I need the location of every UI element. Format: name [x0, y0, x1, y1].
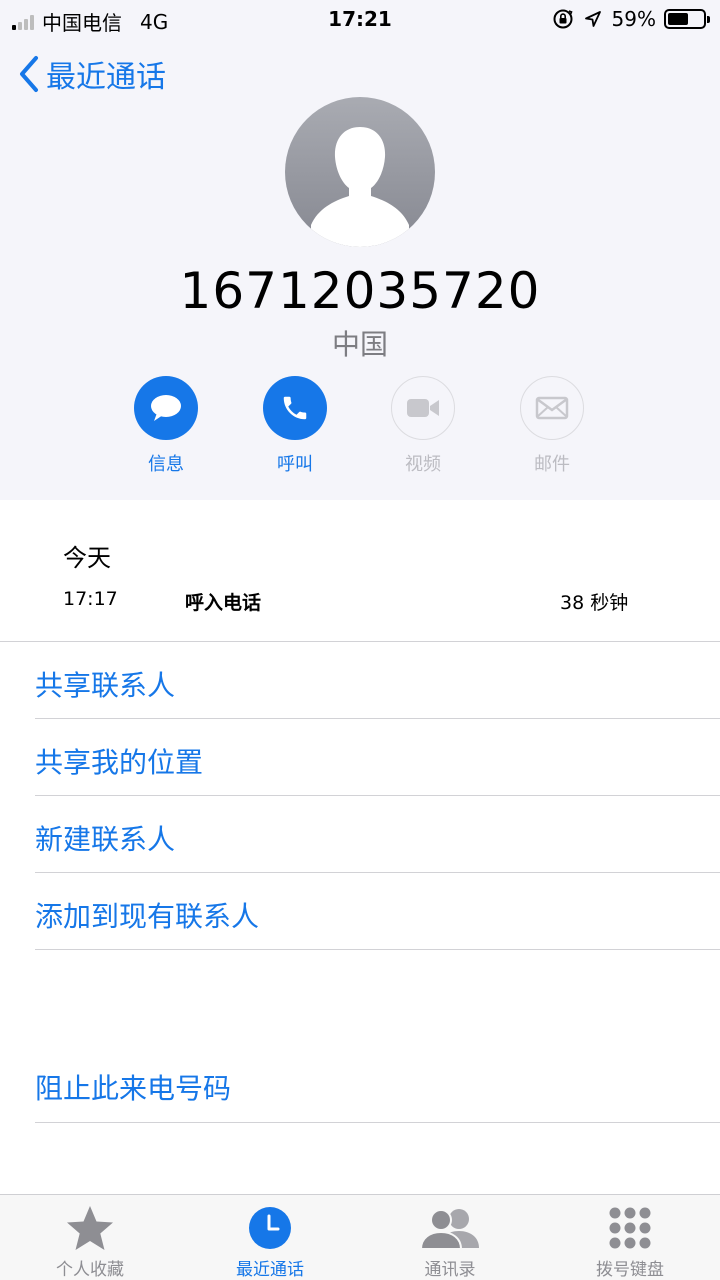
- divider: [35, 795, 720, 796]
- contacts-icon: [419, 1209, 479, 1250]
- back-label: 最近通话: [46, 60, 166, 95]
- contact-location: 中国: [331, 328, 388, 361]
- tab-keypad[interactable]: 拨号键盘: [540, 1195, 720, 1280]
- contact-avatar: [285, 97, 435, 247]
- tab-contacts-label: 通讯录: [424, 1260, 476, 1280]
- mail-label: 邮件: [534, 454, 570, 475]
- location-arrow-icon: [584, 10, 602, 28]
- tab-contacts[interactable]: 通讯录: [360, 1195, 540, 1280]
- phone-icon: [283, 396, 307, 420]
- tab-recents[interactable]: 最近通话: [180, 1195, 360, 1280]
- star-icon: [67, 1206, 113, 1250]
- call-log-type: 呼入电话: [185, 592, 262, 614]
- mail-icon: [535, 396, 569, 420]
- call-log-duration: 38 秒钟: [560, 592, 629, 614]
- call-log-time: 17:17: [63, 588, 118, 610]
- share-location-button[interactable]: 共享我的位置: [35, 741, 203, 781]
- divider: [35, 1122, 720, 1123]
- divider: [0, 641, 720, 642]
- status-bar: 中国电信 4G 17:21 59%: [0, 0, 720, 40]
- battery-percent: 59%: [611, 7, 656, 31]
- battery-icon: [664, 9, 710, 29]
- contact-phone-number: 16712035720: [179, 262, 541, 320]
- message-icon: [151, 395, 181, 421]
- new-contact-button[interactable]: 新建联系人: [35, 818, 175, 858]
- video-label: 视频: [405, 454, 441, 475]
- message-label: 信息: [148, 454, 184, 475]
- tab-keypad-label: 拨号键盘: [596, 1260, 664, 1280]
- orientation-lock-icon: [552, 8, 574, 30]
- battery-level-fill: [668, 13, 688, 25]
- clock-icon: [249, 1207, 291, 1249]
- tab-favorites[interactable]: 个人收藏: [0, 1195, 180, 1280]
- message-button[interactable]: 信息: [111, 376, 221, 476]
- video-icon: [407, 399, 439, 417]
- call-button[interactable]: 呼叫: [240, 376, 350, 476]
- back-button[interactable]: 最近通话: [18, 52, 166, 96]
- call-log-day: 今天: [63, 544, 111, 572]
- tab-recents-label: 最近通话: [236, 1260, 304, 1280]
- video-button[interactable]: 视频: [368, 376, 478, 476]
- divider: [35, 949, 720, 950]
- tab-favorites-label: 个人收藏: [56, 1260, 124, 1280]
- share-contact-button[interactable]: 共享联系人: [35, 664, 175, 704]
- status-right: 59%: [552, 7, 710, 31]
- call-label: 呼叫: [277, 454, 313, 475]
- block-caller-button[interactable]: 阻止此来电号码: [35, 1067, 231, 1107]
- keypad-icon: [609, 1207, 651, 1249]
- chevron-left-icon: [20, 56, 38, 92]
- mail-button[interactable]: 邮件: [497, 376, 607, 476]
- add-to-existing-contact-button[interactable]: 添加到现有联系人: [35, 895, 259, 935]
- divider: [35, 718, 720, 719]
- person-silhouette-icon: [311, 127, 409, 247]
- divider: [35, 872, 720, 873]
- tab-bar: 个人收藏 最近通话 通讯录 拨号键盘: [0, 1194, 720, 1280]
